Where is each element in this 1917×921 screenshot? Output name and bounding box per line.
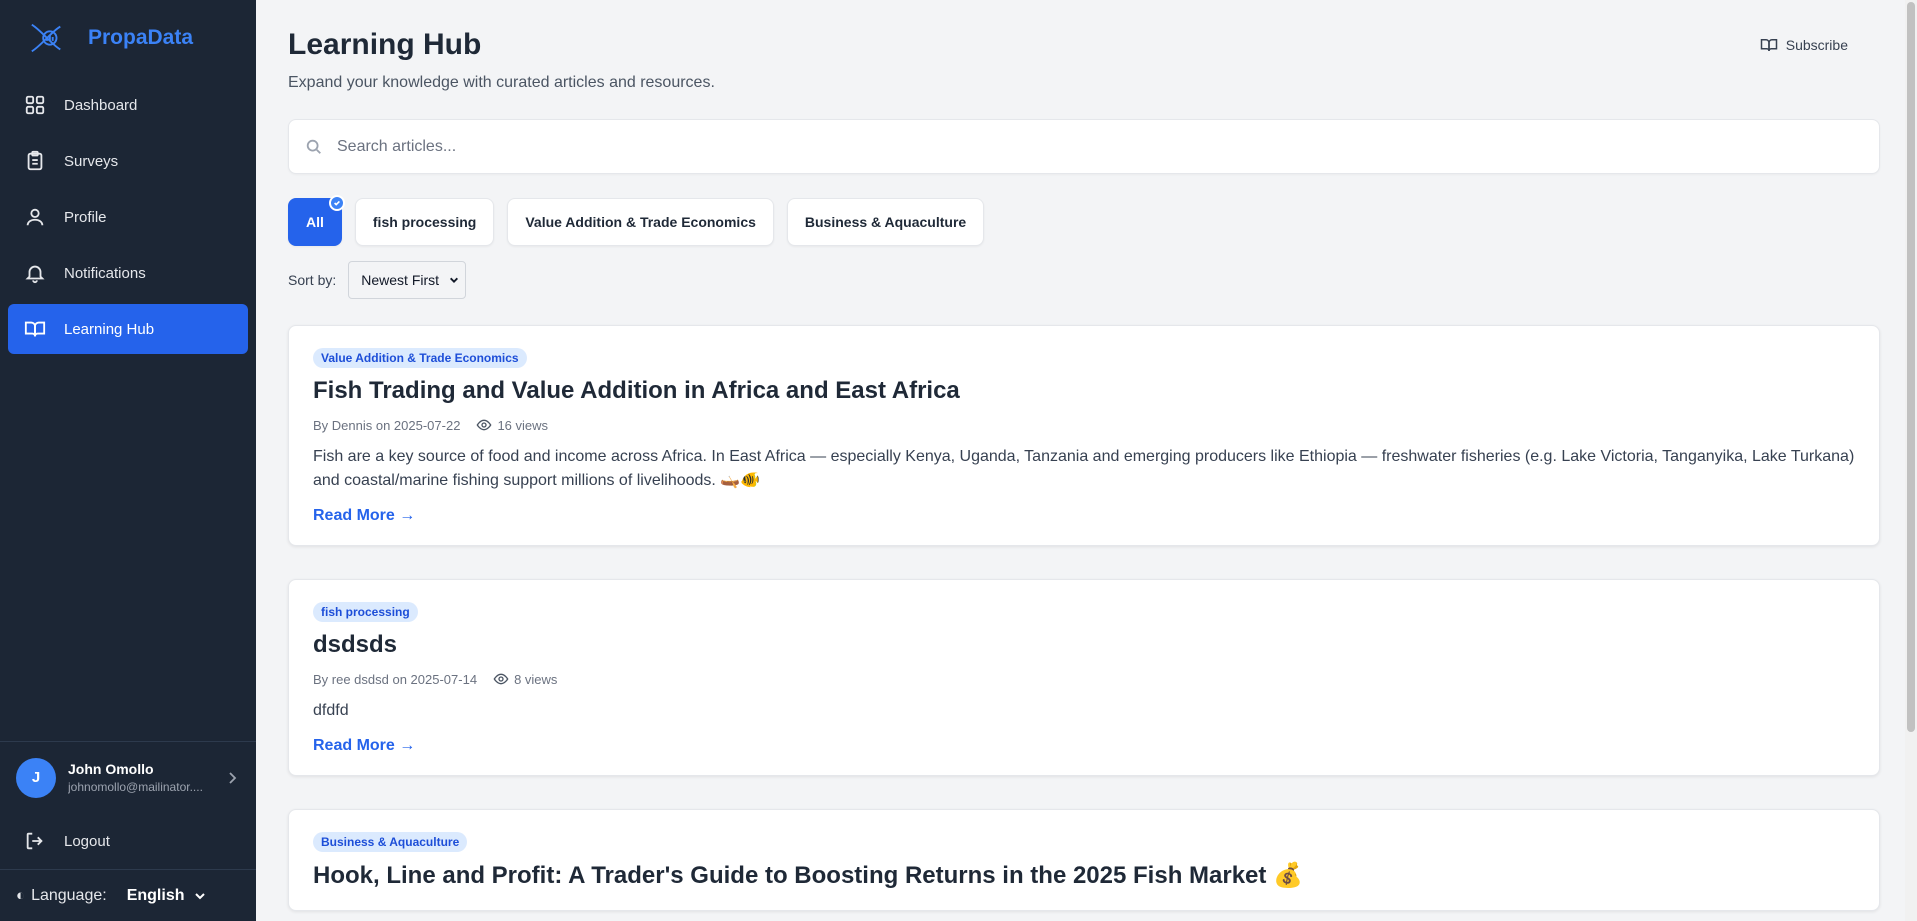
view-count: 16 views	[476, 417, 548, 433]
article-card: Value Addition & Trade Economics Fish Tr…	[288, 325, 1880, 546]
category-tag: Value Addition & Trade Economics	[313, 348, 527, 368]
search-bar	[288, 119, 1880, 174]
article-byline: By Dennis on 2025-07-22	[313, 417, 461, 433]
article-card: fish processing dsdsds By ree dsdsd on 2…	[288, 579, 1880, 776]
brand-name: PropaData	[88, 26, 194, 49]
sort-value: Newest First	[361, 272, 440, 288]
article-title[interactable]: dsdsds	[313, 631, 1855, 659]
app-root: PropaData Dashboard Surveys Profile Noti…	[0, 0, 1917, 921]
grid-icon	[24, 94, 46, 116]
language-selector[interactable]: ◐ Language: English	[0, 869, 256, 921]
category-tag: Business & Aquaculture	[313, 832, 468, 852]
logout-button[interactable]: Logout	[0, 813, 256, 869]
view-count: 8 views	[493, 671, 557, 687]
brand[interactable]: PropaData	[0, 0, 256, 76]
eye-icon	[477, 419, 492, 431]
logout-label: Logout	[64, 832, 110, 850]
article-byline: By ree dsdsd on 2025-07-14	[313, 671, 478, 687]
article-excerpt: dfdfd	[313, 702, 349, 719]
filter-chip-label: fish processing	[372, 214, 477, 230]
filter-chip-fish-processing[interactable]: fish processing	[354, 198, 495, 246]
article-title[interactable]: Fish Trading and Value Addition in Afric…	[313, 377, 1855, 405]
filter-chip-label: All	[306, 214, 324, 230]
scrollbar[interactable]	[1905, 0, 1917, 921]
avatar: J	[16, 757, 56, 798]
sidebar-footer: J John Omollo johnomollo@mailinator.... …	[0, 741, 256, 921]
article-excerpt: Fish are a key source of food and income…	[313, 448, 1855, 489]
page-header: Learning Hub Expand your knowledge with …	[288, 0, 1880, 92]
user-info: John Omollo johnomollo@mailinator....	[68, 761, 224, 794]
clipboard-icon	[24, 150, 46, 172]
user-name: John Omollo	[68, 761, 154, 777]
read-more-link[interactable]: Read More →	[313, 507, 415, 525]
filter-chip-value-addition[interactable]: Value Addition & Trade Economics	[507, 198, 774, 246]
search-input[interactable]	[337, 137, 1879, 156]
sidebar-item-label: Profile	[64, 208, 107, 226]
fish-chart-logo-icon	[31, 23, 61, 53]
page-title: Learning Hub	[288, 28, 482, 61]
sidebar-item-surveys[interactable]: Surveys	[8, 136, 248, 186]
user-icon	[24, 206, 46, 228]
sidebar-item-dashboard[interactable]: Dashboard	[8, 80, 248, 130]
sidebar-item-label: Dashboard	[64, 96, 138, 114]
sidebar-item-label: Notifications	[64, 264, 146, 282]
language-label: Language:	[31, 886, 107, 904]
check-icon	[328, 195, 345, 211]
read-more-link[interactable]: Read More →	[313, 737, 415, 755]
page-subtitle: Expand your knowledge with curated artic…	[288, 74, 715, 91]
view-count-text: 8 views	[514, 671, 558, 687]
filter-chip-business-aquaculture[interactable]: Business & Aquaculture	[786, 198, 985, 246]
sort-row: Sort by: Newest First	[288, 261, 1880, 299]
article-card: Business & Aquaculture Hook, Line and Pr…	[288, 809, 1880, 911]
language-value: English	[126, 886, 185, 904]
article-meta: By Dennis on 2025-07-22 16 views	[313, 417, 1855, 433]
article-list: Value Addition & Trade Economics Fish Tr…	[288, 325, 1880, 911]
sidebar: PropaData Dashboard Surveys Profile Noti…	[0, 0, 256, 921]
subscribe-button[interactable]: Subscribe	[1760, 36, 1848, 54]
search-icon	[306, 139, 321, 154]
user-email: johnomollo@mailinator....	[68, 780, 203, 794]
filter-chip-label: Business & Aquaculture	[804, 214, 967, 230]
bell-icon	[24, 262, 46, 284]
sidebar-item-learning-hub[interactable]: Learning Hub	[8, 304, 248, 354]
sidebar-item-label: Learning Hub	[64, 320, 155, 338]
scrollbar-thumb[interactable]	[1907, 2, 1915, 732]
book-open-icon	[1760, 39, 1777, 52]
chevron-down-icon	[450, 277, 459, 283]
category-filters: All fish processing Value Addition & Tra…	[288, 195, 1880, 246]
main-content: Learning Hub Expand your knowledge with …	[256, 0, 1917, 921]
category-tag: fish processing	[313, 602, 418, 622]
user-menu[interactable]: J John Omollo johnomollo@mailinator....	[0, 741, 256, 813]
sidebar-item-notifications[interactable]: Notifications	[8, 248, 248, 298]
filter-chip-all[interactable]: All	[288, 195, 345, 246]
sort-select[interactable]: Newest First	[348, 261, 467, 299]
chevron-right-icon	[229, 771, 237, 784]
article-meta: By ree dsdsd on 2025-07-14 8 views	[313, 671, 1855, 687]
view-count-text: 16 views	[497, 417, 549, 433]
globe-icon: ◐	[16, 887, 26, 904]
chevron-down-icon	[195, 892, 206, 899]
sort-label: Sort by:	[288, 272, 337, 288]
sidebar-item-label: Surveys	[64, 152, 119, 170]
sidebar-nav: Dashboard Surveys Profile Notifications	[0, 76, 256, 364]
article-title[interactable]: Hook, Line and Profit: A Trader's Guide …	[313, 861, 1855, 890]
filter-chip-label: Value Addition & Trade Economics	[525, 214, 756, 230]
logout-icon	[26, 832, 43, 850]
eye-icon	[493, 673, 509, 685]
subscribe-label: Subscribe	[1785, 37, 1848, 53]
book-open-icon	[24, 318, 46, 340]
sidebar-item-profile[interactable]: Profile	[8, 192, 248, 242]
